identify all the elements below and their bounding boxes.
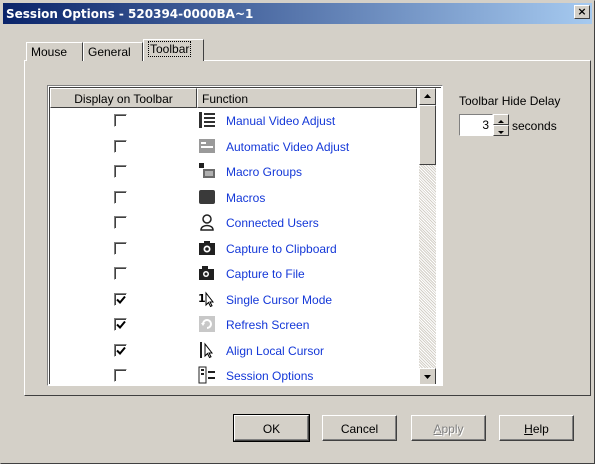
title-bar[interactable]: Session Options - 520394-0000BA~1 × bbox=[3, 3, 592, 24]
arrow-down-icon bbox=[424, 375, 431, 379]
function-label[interactable]: Align Local Cursor bbox=[226, 344, 324, 358]
help-button[interactable]: Help bbox=[499, 415, 574, 441]
spin-down-button[interactable] bbox=[493, 125, 509, 136]
macro-groups-icon bbox=[198, 162, 216, 180]
capture-file-icon bbox=[198, 264, 216, 282]
list-item[interactable]: Automatic Video Adjust bbox=[50, 134, 418, 159]
display-on-toolbar-checkbox[interactable] bbox=[114, 114, 127, 127]
window-title: Session Options - 520394-0000BA~1 bbox=[6, 7, 254, 21]
function-label[interactable]: Session Options bbox=[226, 369, 313, 383]
function-label[interactable]: Single Cursor Mode bbox=[226, 293, 332, 307]
display-on-toolbar-checkbox[interactable] bbox=[114, 190, 127, 204]
list-item[interactable]: Capture to Clipboard bbox=[50, 236, 418, 261]
function-label[interactable]: Macro Groups bbox=[226, 165, 302, 179]
list-item[interactable]: Macros bbox=[50, 185, 418, 210]
display-on-toolbar-checkbox[interactable] bbox=[114, 139, 127, 153]
tab-general[interactable]: General bbox=[83, 42, 143, 61]
display-on-toolbar-checkbox[interactable] bbox=[114, 369, 127, 382]
toolbar-function-list[interactable]: Display on Toolbar Function Manual Video… bbox=[47, 85, 443, 386]
display-on-toolbar-checkbox[interactable] bbox=[114, 343, 127, 357]
automatic-video-adjust-icon bbox=[198, 137, 216, 155]
display-on-toolbar-checkbox[interactable] bbox=[114, 267, 127, 280]
list-item[interactable]: Manual Video Adjust bbox=[50, 108, 418, 133]
spin-down-icon bbox=[498, 131, 504, 134]
list-item[interactable]: Macro Groups bbox=[50, 159, 418, 184]
function-label[interactable]: Capture to Clipboard bbox=[226, 242, 337, 256]
arrow-up-icon bbox=[424, 94, 431, 98]
scrollbar-thumb[interactable] bbox=[419, 105, 436, 165]
session-options-icon bbox=[198, 366, 216, 384]
refresh-screen-icon bbox=[198, 315, 216, 333]
ok-button[interactable]: OK bbox=[233, 414, 310, 442]
display-on-toolbar-checkbox[interactable] bbox=[114, 292, 127, 306]
scroll-down-button[interactable] bbox=[419, 368, 436, 384]
capture-clipboard-icon bbox=[198, 239, 216, 257]
checkmark-icon bbox=[116, 346, 126, 355]
list-item[interactable]: Align Local Cursor bbox=[50, 338, 418, 363]
list-item[interactable]: Refresh Screen bbox=[50, 312, 418, 337]
display-on-toolbar-checkbox[interactable] bbox=[114, 318, 127, 331]
tab-mouse[interactable]: Mouse bbox=[26, 42, 83, 61]
vertical-scrollbar[interactable] bbox=[419, 88, 436, 384]
session-options-dialog: Session Options - 520394-0000BA~1 × Mous… bbox=[0, 0, 595, 464]
connected-users-icon bbox=[198, 213, 216, 231]
function-label[interactable]: Refresh Screen bbox=[226, 318, 309, 332]
display-on-toolbar-checkbox[interactable] bbox=[114, 216, 127, 229]
function-label[interactable]: Connected Users bbox=[226, 216, 319, 230]
close-icon: × bbox=[577, 5, 587, 18]
function-label[interactable]: Manual Video Adjust bbox=[226, 114, 335, 128]
single-cursor-icon: 1 bbox=[198, 290, 216, 308]
checkmark-icon bbox=[116, 320, 126, 329]
align-cursor-icon bbox=[198, 341, 216, 359]
delay-value-field[interactable]: 3 bbox=[459, 114, 493, 136]
close-button[interactable]: × bbox=[574, 5, 590, 19]
scroll-up-button[interactable] bbox=[419, 88, 436, 105]
delay-unit-label: seconds bbox=[512, 119, 557, 133]
tab-toolbar[interactable]: Toolbar bbox=[143, 39, 204, 61]
function-label[interactable]: Macros bbox=[226, 191, 265, 205]
function-label[interactable]: Capture to File bbox=[226, 267, 305, 281]
list-item[interactable]: 1 Single Cursor Mode bbox=[50, 287, 418, 312]
macros-icon bbox=[198, 188, 216, 206]
cancel-button[interactable]: Cancel bbox=[322, 415, 397, 441]
manual-video-adjust-icon bbox=[198, 111, 216, 129]
display-on-toolbar-checkbox[interactable] bbox=[114, 165, 127, 178]
svg-text:1: 1 bbox=[198, 292, 206, 305]
toolbar-hide-delay-label: Toolbar Hide Delay bbox=[459, 94, 561, 108]
display-on-toolbar-checkbox[interactable] bbox=[114, 241, 127, 255]
list-item[interactable]: Session Options bbox=[50, 363, 418, 384]
list-item[interactable]: Connected Users bbox=[50, 210, 418, 235]
apply-button[interactable]: Apply bbox=[411, 415, 486, 441]
checkmark-icon bbox=[116, 295, 126, 304]
column-header-display[interactable]: Display on Toolbar bbox=[50, 88, 197, 108]
toolbar-hide-delay-spinner[interactable]: 3 bbox=[459, 114, 509, 136]
column-header-function[interactable]: Function bbox=[197, 88, 417, 108]
list-item[interactable]: Capture to File bbox=[50, 261, 418, 286]
spin-up-button[interactable] bbox=[493, 114, 509, 125]
function-label[interactable]: Automatic Video Adjust bbox=[226, 140, 349, 154]
